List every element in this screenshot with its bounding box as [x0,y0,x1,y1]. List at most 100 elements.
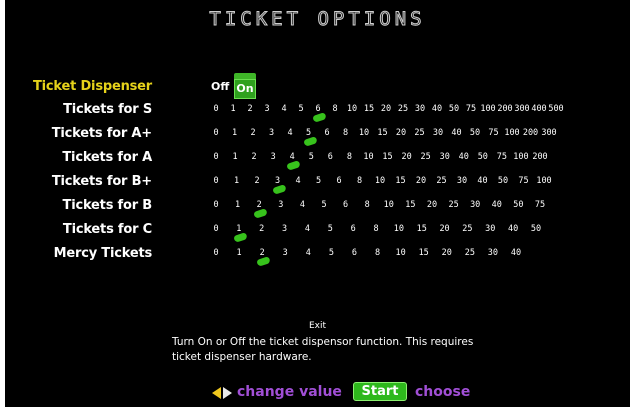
value-option[interactable]: 200 [523,128,538,138]
value-option[interactable]: 6 [343,200,348,210]
value-option[interactable]: 4 [281,104,286,114]
value-option[interactable]: 6 [336,176,341,186]
value-option[interactable]: 0 [213,176,218,186]
value-option[interactable]: 4 [305,224,310,234]
value-option[interactable]: 25 [462,224,472,234]
value-option[interactable]: 6 [328,152,333,162]
value-option[interactable]: 25 [448,200,458,210]
value-option[interactable]: 3 [269,128,274,138]
value-option[interactable]: 15 [405,200,415,210]
value-option[interactable]: 20 [439,224,449,234]
value-option[interactable]: 15 [364,104,374,114]
value-option[interactable]: 300 [514,104,529,114]
dispenser-on-button[interactable]: On [234,79,256,99]
value-option[interactable]: 15 [377,128,387,138]
value-option[interactable]: 75 [535,200,545,210]
value-option[interactable]: 0 [213,104,218,114]
value-option[interactable]: 8 [365,200,370,210]
value-option[interactable]: 50 [470,128,480,138]
value-option[interactable]: 1 [232,128,237,138]
value-option[interactable]: 40 [477,176,487,186]
value-option[interactable]: 20 [442,248,452,258]
value-option[interactable]: 6 [324,128,329,138]
value-option[interactable]: 0 [213,200,218,210]
value-option[interactable]: 30 [488,248,498,258]
value-option[interactable]: 2 [252,152,257,162]
value-option[interactable]: 75 [466,104,476,114]
value-option[interactable]: 8 [373,224,378,234]
value-option[interactable]: 100 [536,176,551,186]
value-option[interactable]: 300 [541,128,556,138]
value-option[interactable]: 40 [511,248,521,258]
value-option[interactable]: 40 [451,128,461,138]
value-option[interactable]: 1 [234,176,239,186]
value-option[interactable]: 8 [332,104,337,114]
value-option[interactable]: 50 [513,200,523,210]
value-option[interactable]: 3 [275,176,280,186]
value-option[interactable]: 0 [213,152,218,162]
value-option[interactable]: 40 [508,224,518,234]
value-option[interactable]: 200 [497,104,512,114]
value-option[interactable]: 15 [395,176,405,186]
value-option[interactable]: 8 [347,152,352,162]
value-option[interactable]: 10 [363,152,373,162]
value-option[interactable]: 8 [375,248,380,258]
value-option[interactable]: 0 [213,128,218,138]
value-option[interactable]: 4 [295,176,300,186]
value-option[interactable]: 25 [421,152,431,162]
value-option[interactable]: 30 [415,104,425,114]
value-option[interactable]: 10 [375,176,385,186]
value-option[interactable]: 6 [352,248,357,258]
value-option[interactable]: 50 [498,176,508,186]
value-option[interactable]: 4 [306,248,311,258]
value-option[interactable]: 15 [419,248,429,258]
value-option[interactable]: 200 [532,152,547,162]
value-option[interactable]: 30 [470,200,480,210]
value-option[interactable]: 75 [488,128,498,138]
value-option[interactable]: 1 [235,200,240,210]
value-option[interactable]: 100 [504,128,519,138]
value-option[interactable]: 25 [436,176,446,186]
value-option[interactable]: 5 [329,248,334,258]
value-option[interactable]: 5 [306,128,311,138]
value-option[interactable]: 20 [396,128,406,138]
value-option[interactable]: 30 [440,152,450,162]
value-option[interactable]: 4 [300,200,305,210]
value-option[interactable]: 10 [359,128,369,138]
value-option[interactable]: 10 [395,248,405,258]
value-option[interactable]: 100 [513,152,528,162]
value-option[interactable]: 3 [282,224,287,234]
value-option[interactable]: 10 [384,200,394,210]
value-option[interactable]: 2 [250,128,255,138]
value-option[interactable]: 3 [264,104,269,114]
value-option[interactable]: 75 [518,176,528,186]
value-option[interactable]: 40 [459,152,469,162]
value-option[interactable]: 3 [278,200,283,210]
value-option[interactable]: 20 [416,176,426,186]
value-option[interactable]: 5 [328,224,333,234]
value-option[interactable]: 75 [497,152,507,162]
value-option[interactable]: 40 [492,200,502,210]
value-option[interactable]: 3 [271,152,276,162]
value-option[interactable]: 2 [259,224,264,234]
value-option[interactable]: 0 [213,248,218,258]
value-option[interactable]: 1 [237,248,242,258]
value-option[interactable]: 20 [401,152,411,162]
value-option[interactable]: 100 [480,104,495,114]
value-option[interactable]: 30 [457,176,467,186]
value-option[interactable]: 8 [357,176,362,186]
value-option[interactable]: 5 [316,176,321,186]
value-option[interactable]: 15 [382,152,392,162]
value-option[interactable]: 8 [343,128,348,138]
value-option[interactable]: 25 [398,104,408,114]
value-option[interactable]: 4 [287,128,292,138]
value-option[interactable]: 10 [394,224,404,234]
value-option[interactable]: 50 [449,104,459,114]
value-option[interactable]: 1 [232,152,237,162]
value-option[interactable]: 25 [414,128,424,138]
value-option[interactable]: 5 [321,200,326,210]
value-option[interactable]: 6 [351,224,356,234]
value-option[interactable]: 2 [254,176,259,186]
value-option[interactable]: 30 [485,224,495,234]
value-option[interactable]: 20 [427,200,437,210]
